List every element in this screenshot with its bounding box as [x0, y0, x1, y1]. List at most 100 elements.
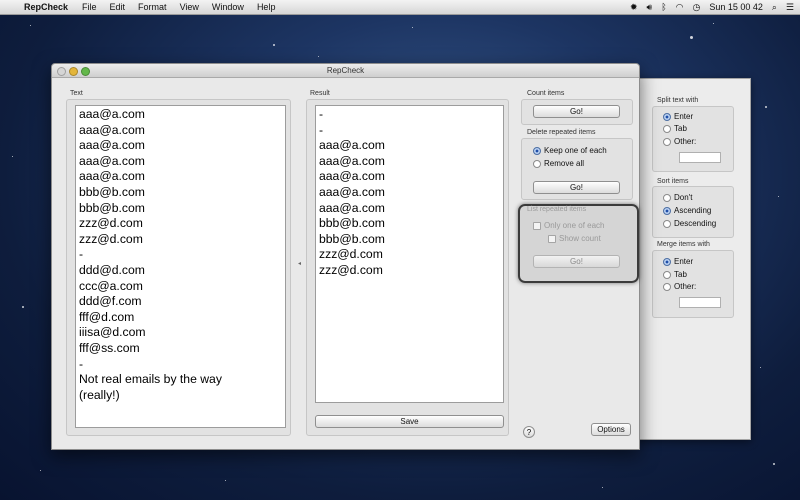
zoom-icon[interactable]	[81, 67, 90, 76]
remove-all-radio[interactable]: Remove all	[533, 159, 584, 168]
menu-app-name[interactable]: RepCheck	[24, 2, 68, 12]
radio-icon	[663, 270, 671, 279]
merge-other-input[interactable]	[679, 297, 721, 308]
options-drawer: Split text with Enter Tab Other: Sort it…	[636, 78, 751, 440]
text-line: aaa@a.com	[79, 153, 145, 168]
result-label: Result	[310, 90, 330, 97]
window-title: RepCheck	[326, 66, 365, 75]
radio-icon	[663, 137, 671, 146]
text-line: aaa@a.com	[79, 138, 145, 153]
result-line: -	[319, 107, 324, 121]
text-line: ddd@f.com	[79, 294, 142, 309]
text-line: bbb@b.com	[79, 184, 145, 199]
main-window: RepCheck Text aaa@a.com aaa@a.com aaa@a.co…	[51, 63, 640, 450]
sort-dont-label: Don't	[674, 193, 693, 202]
bluetooth-icon[interactable]: ᛒ	[661, 2, 666, 12]
result-line: aaa@a.com	[319, 200, 385, 215]
sort-dont-radio[interactable]: Don't	[663, 193, 692, 202]
text-line: Not real emails by the way	[79, 372, 222, 387]
merge-tab-radio[interactable]: Tab	[663, 270, 687, 279]
split-text-label: Split text with	[657, 97, 699, 104]
text-line: bbb@b.com	[79, 200, 145, 215]
radio-icon	[663, 282, 671, 291]
radio-selected-icon	[533, 146, 541, 155]
result-line: zzz@d.com	[319, 262, 383, 277]
result-line: aaa@a.com	[319, 184, 385, 199]
split-other-label: Other:	[674, 137, 697, 146]
text-line: aaa@a.com	[79, 169, 145, 184]
merge-items-label: Merge items with	[657, 241, 710, 248]
list-icon[interactable]: ☰	[786, 2, 794, 13]
show-count-checkbox[interactable]: Show count	[548, 234, 601, 243]
delete-repeated-label: Delete repeated items	[527, 129, 596, 136]
result-line: -	[319, 122, 324, 137]
merge-tab-label: Tab	[674, 270, 687, 279]
count-go-button[interactable]: Go!	[533, 105, 620, 118]
splitter-handle-icon[interactable]: ◂	[298, 260, 301, 267]
delete-go-button[interactable]: Go!	[533, 181, 620, 194]
only-one-label: Only one of each	[544, 221, 605, 230]
result-line: bbb@b.com	[319, 231, 385, 246]
count-items-label: Count items	[527, 90, 565, 97]
time-machine-icon[interactable]: ◷	[692, 2, 700, 13]
show-count-label: Show count	[559, 234, 601, 243]
split-tab-radio[interactable]: Tab	[663, 124, 687, 133]
split-other-input[interactable]	[679, 152, 721, 163]
split-tab-label: Tab	[674, 124, 687, 133]
menu-window[interactable]: Window	[212, 2, 244, 12]
volume-icon[interactable]: 🔊︎	[647, 2, 653, 13]
keep-one-label: Keep one of each	[544, 146, 607, 155]
menu-bar: RepCheck File Edit Format View Window He…	[0, 0, 800, 15]
text-line: ccc@a.com	[79, 278, 143, 293]
minimize-icon[interactable]	[69, 67, 78, 76]
save-button[interactable]: Save	[315, 415, 504, 428]
menu-clock[interactable]: Sun 15 00 42	[709, 2, 763, 12]
menu-file[interactable]: File	[82, 2, 97, 12]
text-line: fff@ss.com	[79, 340, 140, 355]
result-output-area[interactable]: - - aaa@a.com aaa@a.com aaa@a.com aaa@a.com aa…	[315, 105, 504, 403]
result-line: aaa@a.com	[319, 153, 385, 168]
keep-one-radio[interactable]: Keep one of each	[533, 146, 607, 155]
text-label: Text	[70, 90, 83, 97]
text-line: iiisa@d.com	[79, 325, 146, 340]
radio-icon	[533, 159, 541, 168]
result-line: zzz@d.com	[319, 247, 383, 262]
brightness-icon[interactable]: ✹	[630, 2, 638, 13]
split-other-radio[interactable]: Other:	[663, 137, 696, 146]
radio-icon	[663, 219, 671, 228]
result-line: bbb@b.com	[319, 216, 385, 231]
text-line: fff@d.com	[79, 309, 135, 324]
list-go-button[interactable]: Go!	[533, 255, 620, 268]
wifi-icon[interactable]: ◠	[676, 2, 684, 13]
text-line: (really!)	[79, 387, 120, 402]
menu-format[interactable]: Format	[138, 2, 167, 12]
list-repeated-label: List repeated items	[527, 206, 587, 213]
list-repeated-highlight	[518, 204, 639, 283]
help-icon[interactable]: ?	[523, 426, 535, 438]
result-line: aaa@a.com	[319, 138, 385, 153]
result-line: aaa@a.com	[319, 169, 385, 184]
text-line: -	[79, 247, 84, 262]
menu-edit[interactable]: Edit	[110, 2, 126, 12]
sort-descending-radio[interactable]: Descending	[663, 219, 716, 228]
close-icon[interactable]	[57, 67, 66, 76]
only-one-checkbox[interactable]: Only one of each	[533, 221, 604, 230]
merge-enter-label: Enter	[674, 257, 694, 266]
merge-other-label: Other:	[674, 282, 697, 291]
menu-view[interactable]: View	[180, 2, 199, 12]
sort-ascending-radio[interactable]: Ascending	[663, 206, 711, 215]
menu-help[interactable]: Help	[257, 2, 276, 12]
text-input-area[interactable]: aaa@a.com aaa@a.com aaa@a.com aaa@a.com aaa@…	[75, 105, 286, 428]
title-bar[interactable]: RepCheck	[52, 64, 639, 78]
remove-all-label: Remove all	[544, 159, 585, 168]
radio-icon	[663, 124, 671, 133]
text-line: zzz@d.com	[79, 231, 143, 246]
options-button[interactable]: Options	[591, 423, 631, 436]
text-line: -	[79, 356, 84, 371]
merge-enter-radio[interactable]: Enter	[663, 257, 693, 266]
radio-selected-icon	[663, 206, 671, 215]
spotlight-icon[interactable]: ⌕	[772, 2, 777, 13]
text-line: aaa@a.com	[79, 107, 145, 121]
split-enter-radio[interactable]: Enter	[663, 112, 693, 121]
merge-other-radio[interactable]: Other:	[663, 282, 696, 291]
